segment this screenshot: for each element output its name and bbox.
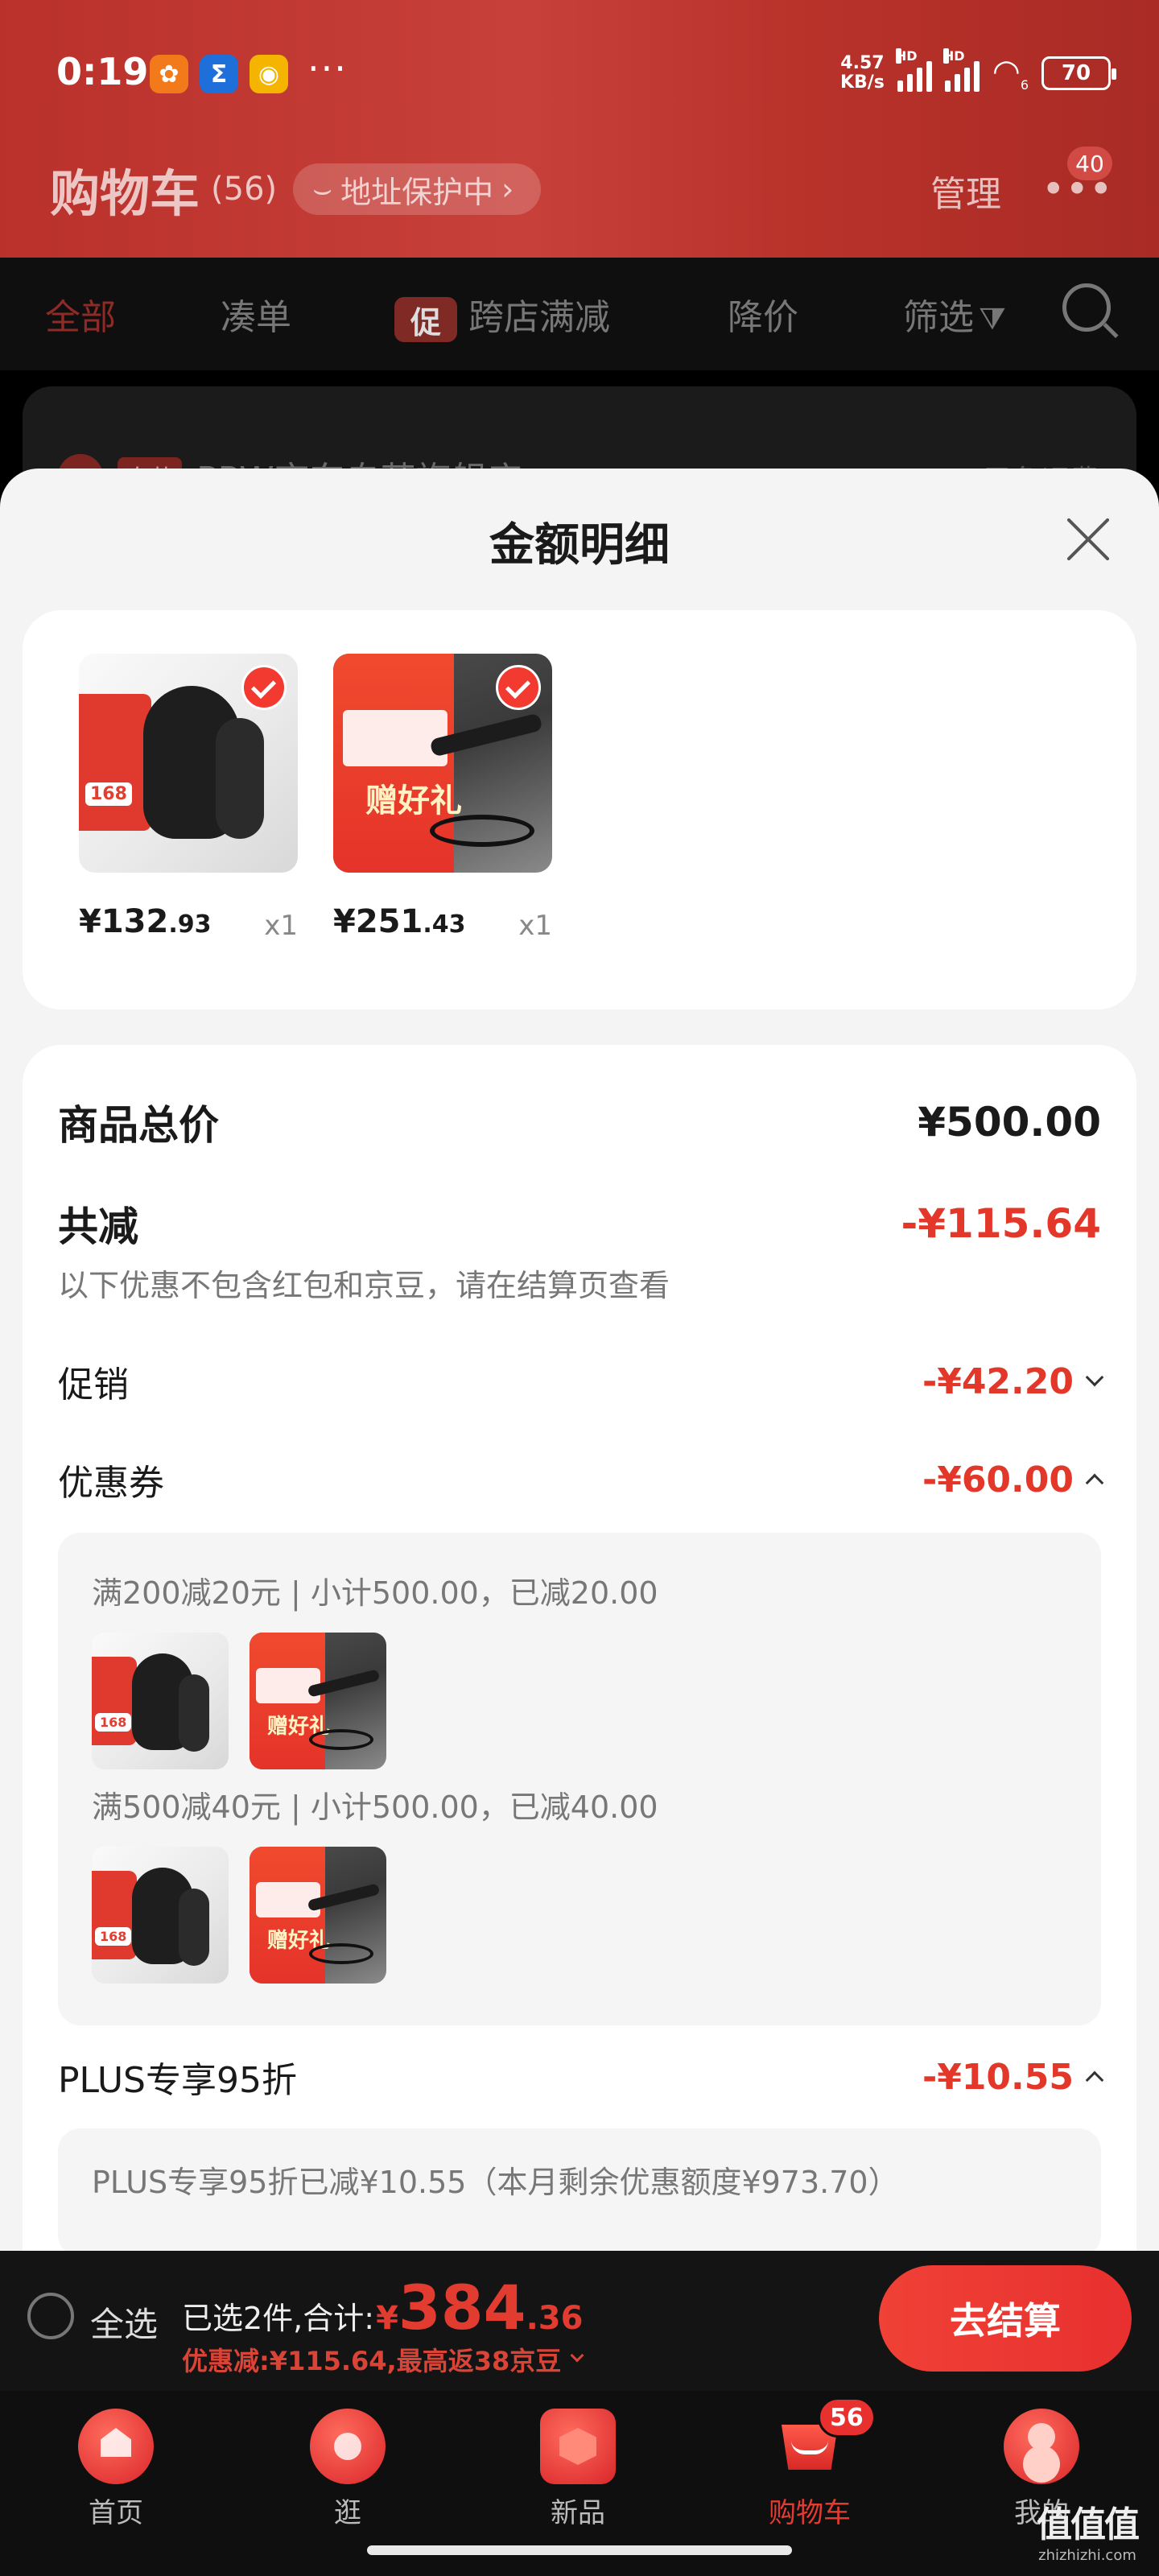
product-item[interactable]: 168 ¥132.93 x1 — [79, 654, 298, 942]
plus-detail-text: PLUS专享95折已减¥10.55（本月剩余优惠额度¥973.70） — [92, 2165, 899, 2200]
home-icon — [78, 2409, 154, 2484]
selected-total: 已选2件,合计: ¥ 384 .36 — [182, 2272, 584, 2343]
total-reduction-value: -¥115.64 — [901, 1200, 1102, 1247]
goods-total-value: ¥500.00 — [918, 1099, 1101, 1146]
coupon-rule: 满200减20元 | 小计500.00，已减20.00 — [92, 1575, 658, 1611]
coupon-rule: 满500减40元 | 小计500.00，已减40.00 — [92, 1790, 658, 1825]
nav-new-products[interactable]: 新品 — [497, 2409, 658, 2530]
coupon-label: 优惠券 — [58, 1463, 164, 1504]
plus-discount-value: -¥10.55 — [922, 2057, 1104, 2098]
product-thumbnail: 赠好礼 — [250, 1633, 386, 1769]
tab-cross-store-discount[interactable]: 促跨店满减 — [394, 288, 610, 342]
reduction-note: 以下优惠不包含红包和京豆，请在结算页查看 — [58, 1268, 670, 1303]
coupon-value: -¥60.00 — [922, 1459, 1104, 1501]
signal-icon: HD — [942, 47, 980, 92]
tab-filter[interactable]: 筛选 ⧩ — [903, 288, 1006, 340]
chevron-down-icon — [570, 2348, 584, 2363]
product-thumbnail: 168 — [92, 1633, 229, 1769]
chevron-up-icon — [1085, 1473, 1104, 1492]
checkout-bar: 全选 已选2件,合计: ¥ 384 .36 优惠减:¥115.64,最高返38京… — [0, 2251, 1159, 2391]
product-thumbnail: 168 — [79, 654, 298, 873]
status-indicators: 4.57 KB/s HD HD ◠6 70 — [839, 47, 1116, 93]
plus-detail-box: PLUS专享95折已减¥10.55（本月剩余优惠额度¥973.70） — [58, 2128, 1101, 2254]
total-reduction-label: 共减 — [58, 1203, 138, 1250]
weibo-icon: ◉ — [250, 55, 288, 93]
battery-icon: 70 — [1041, 56, 1116, 90]
search-icon[interactable] — [1062, 283, 1111, 332]
product-quantity: x1 — [264, 910, 298, 942]
selected-products-card: 168 ¥132.93 x1 赠好礼 ¥251.43 x1 — [23, 610, 1136, 1009]
cart-title: 购物车 — [50, 164, 200, 223]
filter-icon: ⧩ — [979, 301, 1006, 336]
chevron-up-icon — [1085, 2070, 1104, 2090]
wifi-icon: ◠6 — [992, 53, 1029, 93]
new-products-icon — [540, 2409, 616, 2484]
product-price: ¥251.43 — [333, 903, 466, 940]
coupon-detail-box: 满200减20元 | 小计500.00，已减20.00 168 赠好礼 满500… — [58, 1533, 1101, 2025]
profile-icon — [1004, 2409, 1079, 2484]
product-quantity: x1 — [518, 910, 552, 942]
home-indicator[interactable] — [367, 2545, 792, 2555]
price-breakdown-card: 商品总价 ¥500.00 共减 -¥115.64 以下优惠不包含红包和京豆，请在… — [23, 1045, 1136, 2254]
promotion-label: 促销 — [58, 1364, 129, 1406]
discount-summary[interactable]: 优惠减:¥115.64,最高返38京豆 — [182, 2341, 584, 2378]
tab-price-drop[interactable]: 降价 — [728, 288, 798, 340]
network-speed: 4.57 KB/s — [839, 52, 885, 93]
coupon-row[interactable]: 优惠券 -¥60.00 — [58, 1454, 1104, 1505]
promo-tag: 促 — [394, 297, 457, 342]
product-thumbnail: 168 — [92, 1847, 229, 1984]
coupon-products: 168 赠好礼 — [92, 1633, 386, 1769]
nav-explore[interactable]: 逛 — [267, 2409, 428, 2530]
eye-closed-icon: ⌣ — [312, 171, 333, 207]
status-bar: 0:19 ✿ Σ ◉ ··· 4.57 KB/s HD HD ◠6 70 — [0, 0, 1159, 145]
cart-count: (56) — [211, 171, 278, 208]
amount-detail-sheet: 金额明细 168 ¥132.93 x1 赠好礼 ¥251.43 x1 商品总价 … — [0, 469, 1159, 2254]
product-item[interactable]: 赠好礼 ¥251.43 x1 — [333, 654, 552, 942]
product-thumbnail: 赠好礼 — [250, 1847, 386, 1984]
close-icon[interactable] — [1062, 515, 1112, 565]
select-all-label[interactable]: 全选 — [90, 2297, 158, 2347]
chevron-down-icon — [1085, 1368, 1104, 1387]
address-protection-pill[interactable]: ⌣ 地址保护中 › — [293, 163, 542, 215]
tab-bundle[interactable]: 凑单 — [221, 288, 291, 340]
checkout-button[interactable]: 去结算 — [879, 2265, 1132, 2372]
status-app-icons: ✿ Σ ◉ — [150, 55, 288, 93]
cart-title-row: 购物车 (56) ⌣ 地址保护中 › — [50, 153, 542, 225]
goods-total-label: 商品总价 — [58, 1102, 219, 1149]
sheet-title: 金额明细 — [489, 519, 670, 572]
status-time: 0:19 — [56, 50, 149, 93]
cart-filter-tabs: 全部 凑单 促跨店满减 降价 筛选 ⧩ — [0, 258, 1159, 370]
product-thumbnail: 赠好礼 — [333, 654, 552, 873]
cart-count-badge: 56 — [818, 2397, 876, 2438]
selected-check-icon — [496, 665, 541, 710]
message-badge: 40 — [1067, 147, 1112, 180]
coupon-products: 168 赠好礼 — [92, 1847, 386, 1984]
total-amount: 384 — [398, 2272, 526, 2343]
product-price: ¥132.93 — [79, 903, 212, 940]
plus-discount-row[interactable]: PLUS专享95折 -¥10.55 — [58, 2051, 1104, 2103]
nav-home[interactable]: 首页 — [35, 2409, 196, 2530]
select-all-checkbox[interactable] — [27, 2293, 74, 2339]
explore-icon — [310, 2409, 386, 2484]
promotion-row[interactable]: 促销 -¥42.20 — [58, 1356, 1104, 1407]
tab-all[interactable]: 全部 — [45, 288, 116, 340]
chevron-right-icon: › — [501, 171, 514, 207]
more-notifications-icon: ··· — [307, 47, 348, 90]
total-reduction-row: 共减 -¥115.64 — [58, 1195, 1101, 1253]
manage-button[interactable]: 管理 — [930, 165, 1001, 217]
goods-total-row: 商品总价 ¥500.00 — [58, 1093, 1101, 1151]
promotion-value: -¥42.20 — [922, 1361, 1104, 1402]
sigma-app-icon: Σ — [200, 55, 238, 93]
plus-discount-label: PLUS专享95折 — [58, 2060, 297, 2101]
selected-check-icon — [241, 665, 287, 710]
watermark: 值值值 zhizhizhi.com — [1037, 2504, 1140, 2564]
app-icon-orange: ✿ — [150, 55, 188, 93]
signal-icon: HD — [895, 47, 932, 92]
